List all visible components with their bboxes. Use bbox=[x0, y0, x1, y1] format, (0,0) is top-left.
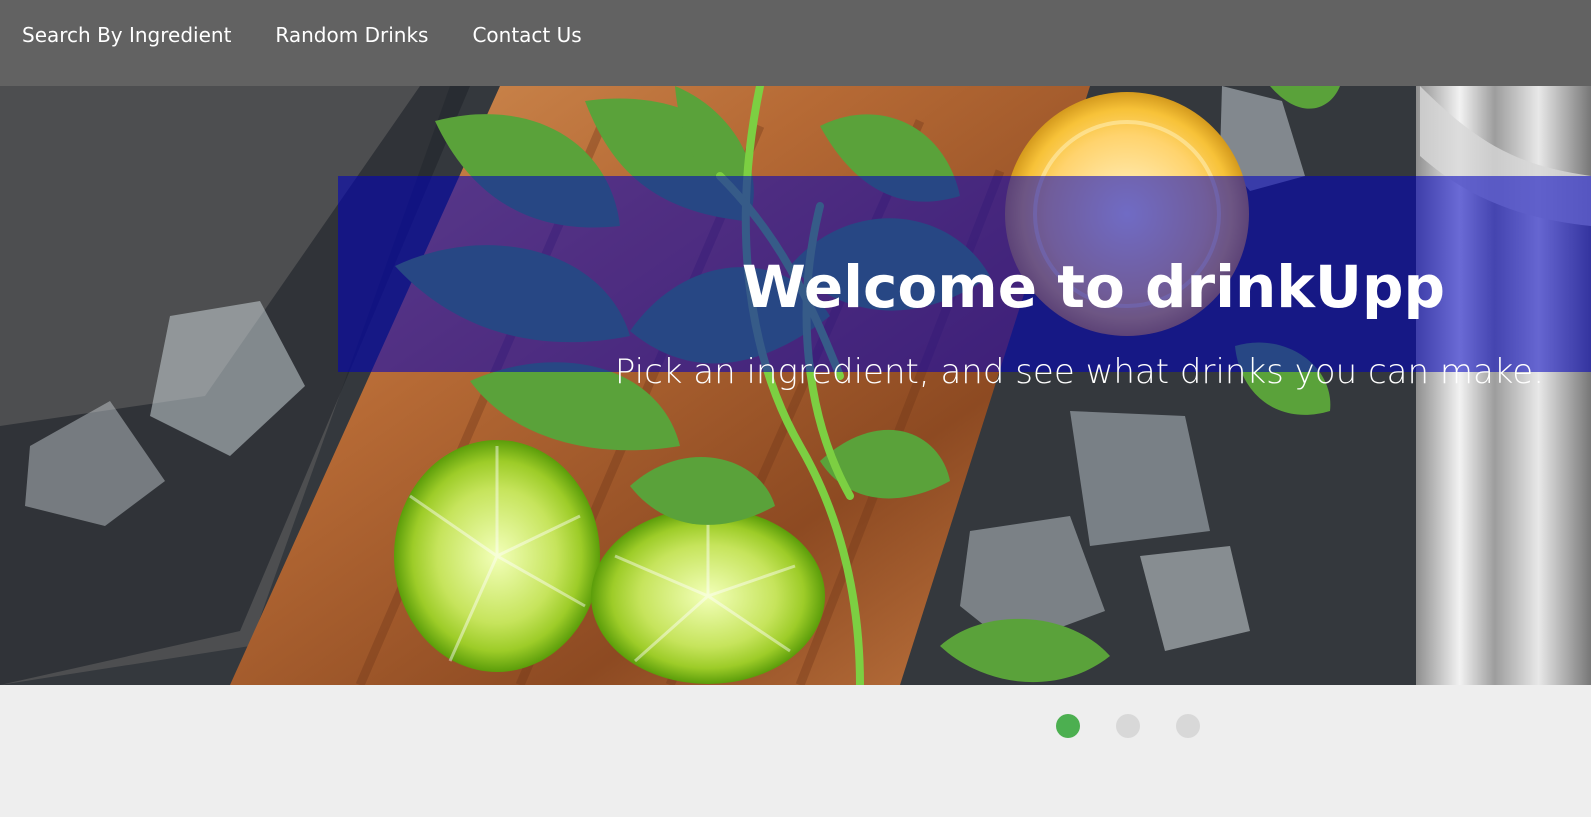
hero-carousel: Welcome to drinkUpp Pick an ingredient, … bbox=[0, 86, 1591, 685]
carousel-indicator-1[interactable] bbox=[1056, 714, 1080, 738]
hero-subtitle: Pick an ingredient, and see what drinks … bbox=[614, 352, 1544, 392]
hero-text-overlay: Welcome to drinkUpp Pick an ingredient, … bbox=[338, 176, 1591, 389]
hero-title: Welcome to drinkUpp bbox=[741, 252, 1445, 321]
carousel-indicator-2[interactable] bbox=[1116, 714, 1140, 738]
top-navigation: Search By Ingredient Random Drinks Conta… bbox=[0, 0, 1591, 86]
carousel-indicators bbox=[1056, 714, 1200, 738]
carousel-indicator-3[interactable] bbox=[1176, 714, 1200, 738]
nav-search-by-ingredient-link[interactable]: Search By Ingredient bbox=[22, 25, 231, 45]
nav-contact-us-link[interactable]: Contact Us bbox=[472, 25, 581, 45]
nav-random-drinks-link[interactable]: Random Drinks bbox=[275, 25, 428, 45]
